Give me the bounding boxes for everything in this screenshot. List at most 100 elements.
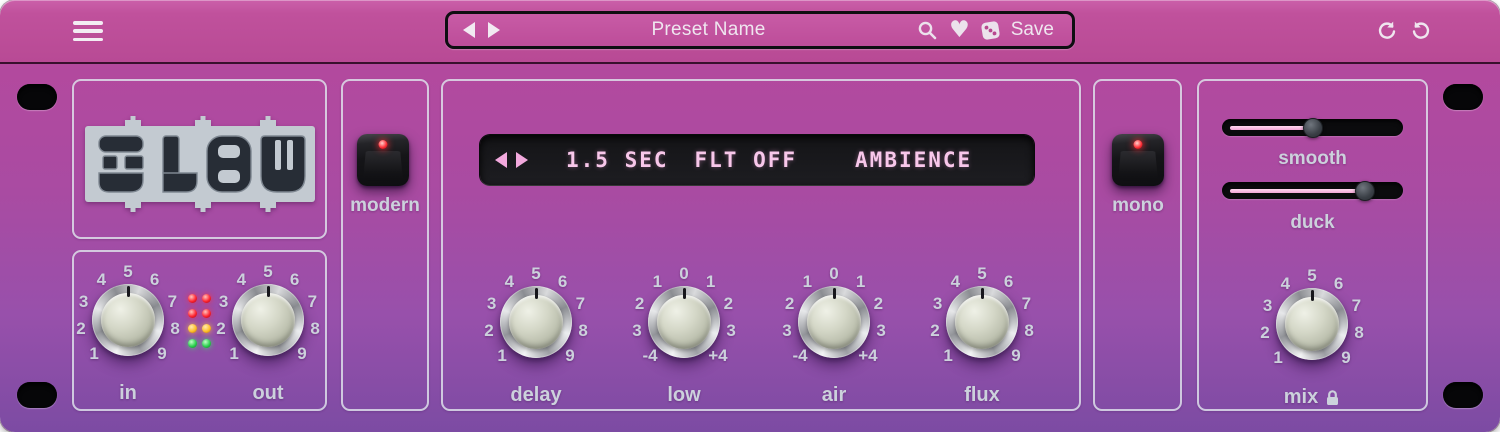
knob-scale-number: 2 — [874, 294, 883, 314]
knob-scale-number: 6 — [1004, 272, 1013, 292]
knob-scale-number: 1 — [229, 344, 238, 364]
history-controls — [1376, 20, 1432, 45]
right-arrow-icon — [516, 152, 528, 168]
search-icon[interactable] — [917, 20, 938, 41]
delay-knob[interactable] — [500, 286, 572, 358]
knob-scale-number: 7 — [168, 292, 177, 312]
logo-text: GLOW — [0, 64, 1, 65]
knob-scale-number: 3 — [876, 321, 885, 341]
knob-scale-number: 1 — [943, 346, 952, 366]
rack-screw-hole — [1443, 382, 1483, 408]
low-knob-unit: low -43210123+4 — [604, 242, 764, 402]
knob-pointer — [833, 288, 836, 299]
duck-slider[interactable] — [1222, 182, 1403, 199]
favorite-heart-icon[interactable]: ♥ — [949, 19, 970, 42]
flux-knob-label: flux — [902, 384, 1062, 407]
display-prev-button[interactable] — [495, 152, 507, 168]
knob-scale-number: -4 — [642, 346, 657, 366]
modern-panel — [341, 79, 429, 411]
glow-plugin-window: Preset Name ♥ Save — [0, 0, 1500, 432]
knob-scale-number: 1 — [856, 272, 865, 292]
knob-scale-number: 7 — [1352, 296, 1361, 316]
knob-scale-number: 6 — [150, 270, 159, 290]
level-meter — [188, 294, 211, 348]
duck-slider-thumb[interactable] — [1355, 181, 1375, 201]
meter-led-red — [202, 294, 211, 303]
preset-next-button[interactable] — [488, 22, 500, 38]
knob-scale-number: 6 — [558, 272, 567, 292]
redo-icon[interactable] — [1410, 20, 1432, 45]
knob-scale-number: 7 — [576, 294, 585, 314]
meter-led-yellow — [188, 324, 197, 333]
randomize-dice-icon[interactable] — [979, 19, 1001, 41]
in-knob-label: in — [48, 382, 208, 405]
mono-button[interactable] — [1112, 134, 1164, 186]
delay-knob-face — [509, 295, 563, 349]
undo-icon[interactable] — [1376, 20, 1398, 45]
in-knob[interactable] — [92, 284, 164, 356]
knob-scale-number: 1 — [803, 272, 812, 292]
save-button[interactable]: Save — [1011, 19, 1054, 41]
flux-knob[interactable] — [946, 286, 1018, 358]
top-bar: Preset Name ♥ Save — [0, 0, 1500, 62]
knob-scale-number: 1 — [706, 272, 715, 292]
front-panel: GLOW in 123456789 out 123456789 — [0, 62, 1500, 432]
knob-scale-number: 4 — [1281, 274, 1290, 294]
knob-scale-number: 8 — [1354, 323, 1363, 343]
knob-scale-number: 5 — [531, 264, 540, 284]
knob-scale-number: 0 — [679, 264, 688, 284]
preset-name[interactable]: Preset Name — [500, 19, 917, 41]
knob-scale-number: 3 — [219, 292, 228, 312]
knob-scale-number: 9 — [157, 344, 166, 364]
knob-scale-number: 1 — [89, 344, 98, 364]
knob-scale-number: 2 — [76, 319, 85, 339]
knob-scale-number: -4 — [792, 346, 807, 366]
meter-led-red — [188, 294, 197, 303]
glow-logo — [85, 116, 315, 212]
modern-button[interactable] — [357, 134, 409, 186]
knob-scale-number: 4 — [237, 270, 246, 290]
preset-toolbar: ♥ Save — [917, 19, 1056, 42]
preset-prev-button[interactable] — [463, 22, 475, 38]
knob-scale-number: 3 — [933, 294, 942, 314]
knob-scale-number: 2 — [1260, 323, 1269, 343]
out-knob-unit: out 123456789 — [188, 240, 348, 400]
mix-knob[interactable] — [1276, 288, 1348, 360]
knob-scale-number: 7 — [1022, 294, 1031, 314]
smooth-slider[interactable] — [1222, 119, 1403, 136]
mono-button-label: mono — [1078, 195, 1198, 217]
knob-scale-number: 8 — [1024, 321, 1033, 341]
knob-scale-number: 2 — [930, 321, 939, 341]
knob-scale-number: 0 — [829, 264, 838, 284]
knob-scale-number: 3 — [79, 292, 88, 312]
air-knob-label: air — [754, 384, 914, 407]
display-next-button[interactable] — [516, 152, 528, 168]
knob-scale-number: 9 — [1341, 348, 1350, 368]
lcd-filter-readout: FLT OFF — [695, 148, 798, 172]
rack-screw-hole — [17, 84, 57, 110]
mix-knob-face — [1285, 297, 1339, 351]
flux-knob-face — [955, 295, 1009, 349]
knob-scale-number: 6 — [290, 270, 299, 290]
knob-scale-number: 4 — [505, 272, 514, 292]
duck-slider-fill — [1230, 189, 1365, 193]
hamburger-menu-icon[interactable] — [73, 21, 103, 41]
knob-scale-number: 9 — [297, 344, 306, 364]
knob-scale-number: 5 — [977, 264, 986, 284]
knob-scale-number: 3 — [1263, 296, 1272, 316]
out-knob[interactable] — [232, 284, 304, 356]
knob-scale-number: 5 — [123, 262, 132, 282]
low-knob-face — [657, 295, 711, 349]
knob-scale-number: 3 — [726, 321, 735, 341]
knob-scale-number: 8 — [310, 319, 319, 339]
duck-slider-label: duck — [1197, 212, 1428, 234]
meter-led-green — [202, 339, 211, 348]
lock-icon — [1325, 389, 1340, 406]
mono-led-indicator — [1134, 140, 1143, 149]
out-knob-label: out — [188, 382, 348, 405]
knob-scale-number: 1 — [497, 346, 506, 366]
smooth-slider-thumb[interactable] — [1303, 118, 1323, 138]
knob-scale-number: 6 — [1334, 274, 1343, 294]
right-arrow-icon — [488, 22, 500, 38]
flux-knob-unit: flux 123456789 — [902, 242, 1062, 402]
